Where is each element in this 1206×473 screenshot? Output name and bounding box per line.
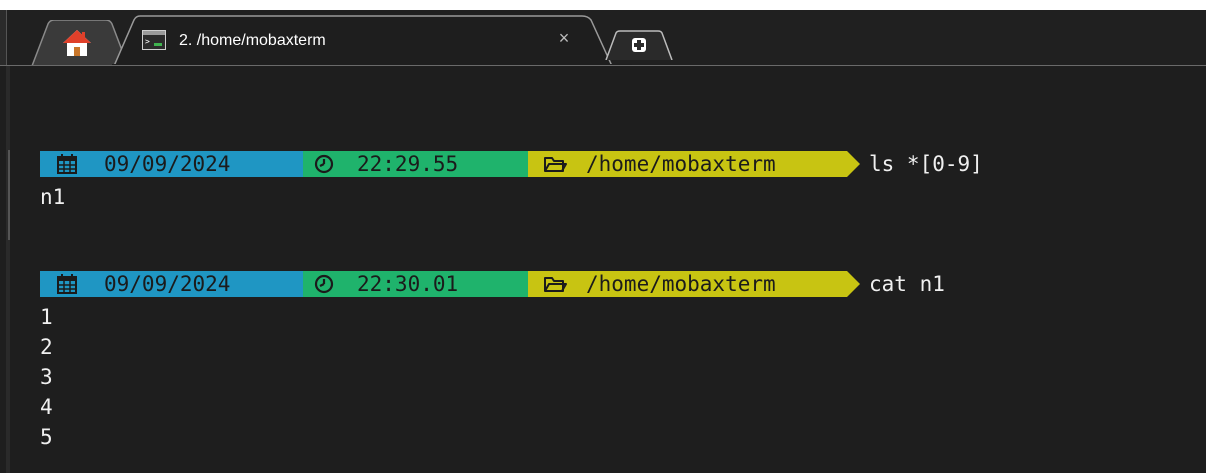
prompt-command: ls *[0-9]: [869, 152, 983, 176]
prompt-directory-segment: /home/mobaxterm: [528, 151, 840, 177]
output-line: 2: [40, 335, 53, 359]
close-tab-button[interactable]: ×: [554, 28, 574, 49]
output-line: 4: [40, 395, 53, 419]
new-tab-button[interactable]: [604, 30, 674, 61]
output-line: 5: [40, 425, 53, 449]
output-line: 3: [40, 365, 53, 389]
svg-text:>: >: [145, 37, 150, 46]
output-line: n1: [40, 185, 66, 209]
clock-icon: [314, 274, 334, 294]
plus-icon: [632, 38, 646, 52]
terminal-output[interactable]: 09/09/2024 22:29.55 /home/mobaxterm ls *…: [40, 66, 1200, 473]
prompt-time-segment: 22:30.01: [303, 271, 523, 297]
prompt-command: cat n1: [869, 272, 945, 296]
clock-icon: [314, 154, 334, 174]
prompt-date-segment: 09/09/2024: [40, 271, 305, 297]
prompt-directory: /home/mobaxterm: [586, 272, 776, 296]
prompt-date: 09/09/2024: [104, 152, 231, 176]
prompt-directory-segment: /home/mobaxterm: [528, 271, 840, 297]
prompt-time: 22:29.55: [357, 152, 459, 176]
home-icon[interactable]: [62, 29, 92, 57]
segment-separator: [830, 151, 860, 177]
prompt-date: 09/09/2024: [104, 272, 231, 296]
terminal-icon: >: [142, 30, 166, 50]
window-edge: [0, 10, 7, 66]
folder-icon: [544, 157, 567, 172]
prompt-directory: /home/mobaxterm: [586, 152, 776, 176]
prompt-line: 09/09/2024 22:30.01 /home/mobaxterm cat …: [40, 271, 1040, 297]
prompt-line: 09/09/2024 22:29.55 /home/mobaxterm ls *…: [40, 151, 1040, 177]
output-line: 1: [40, 305, 53, 329]
prompt-date-segment: 09/09/2024: [40, 151, 305, 177]
tab-bar: > 2. /home/mobaxterm ×: [0, 10, 1206, 66]
calendar-icon: [57, 154, 77, 174]
window-left-border: [6, 66, 10, 473]
prompt-time: 22:30.01: [357, 272, 459, 296]
tab-title: 2. /home/mobaxterm: [179, 32, 326, 49]
window-left-border-highlight: [8, 150, 10, 240]
calendar-icon: [57, 274, 77, 294]
folder-icon: [544, 277, 567, 292]
mobaxterm-window: > 2. /home/mobaxterm × 09/09/2024 22:29.…: [0, 10, 1206, 473]
segment-separator: [830, 271, 860, 297]
prompt-time-segment: 22:29.55: [303, 151, 523, 177]
